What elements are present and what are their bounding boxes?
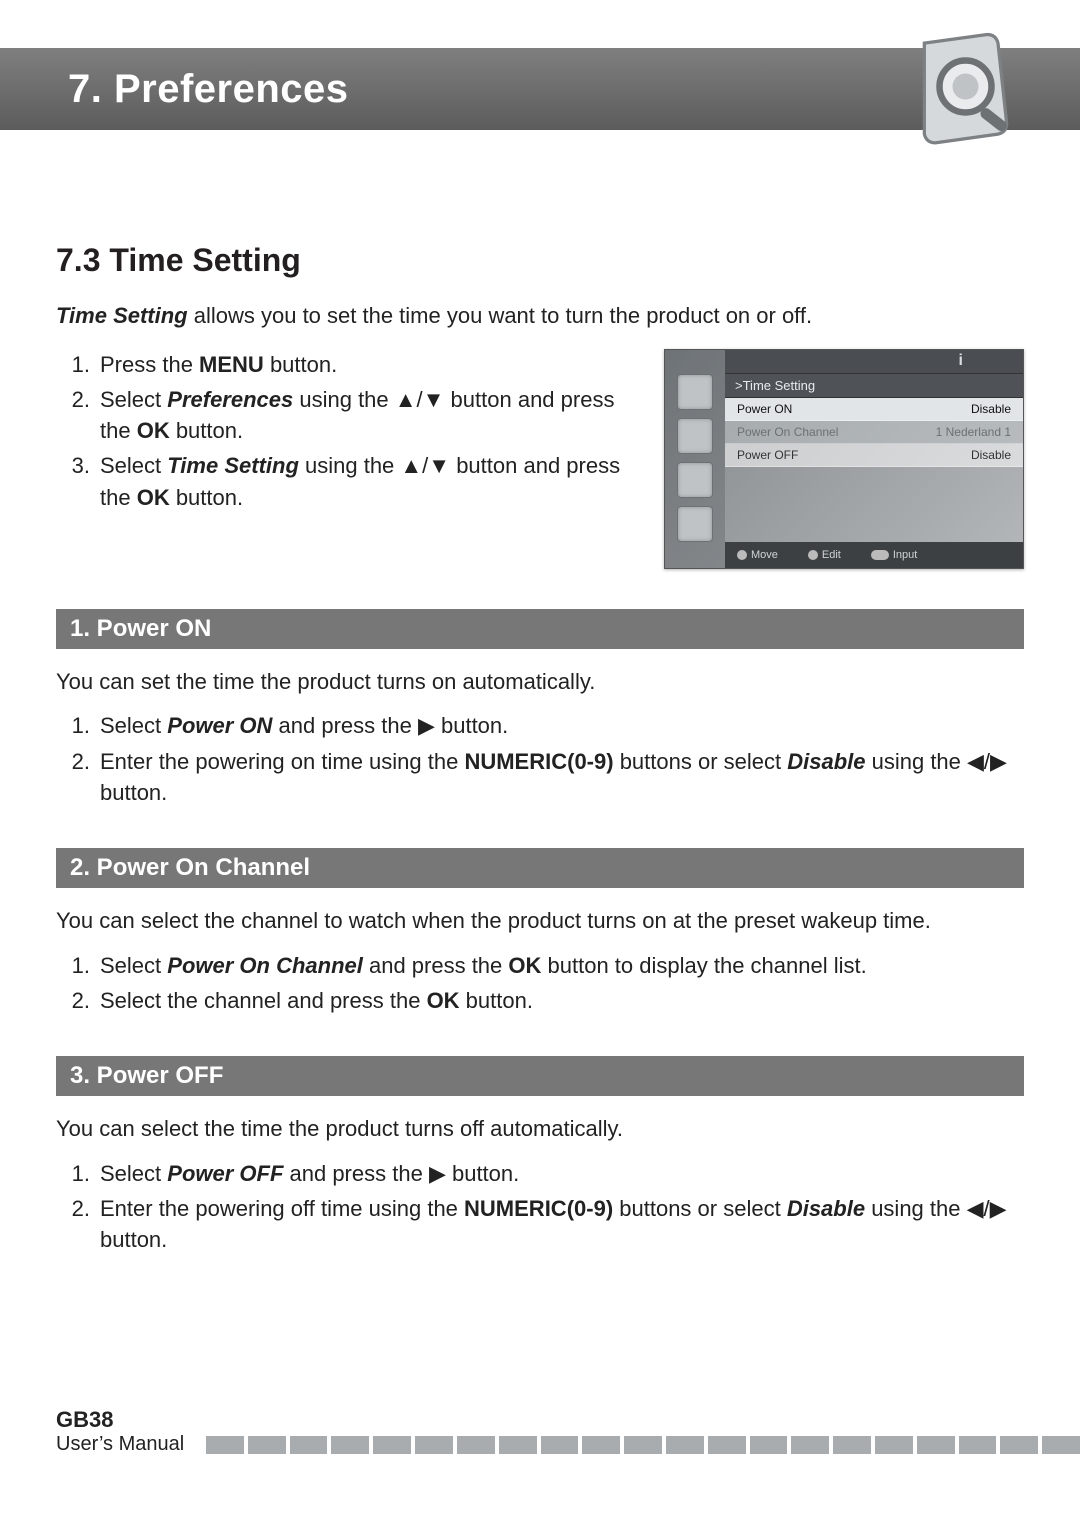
intro-lead: Time Setting — [56, 303, 188, 328]
ui-hint-input: Input — [871, 549, 917, 561]
subsection-title-power-on-channel: 2. Power On Channel — [56, 848, 1024, 888]
ui-screenshot-sidebar — [665, 350, 725, 568]
subsection-desc-power-on-channel: You can select the channel to watch when… — [56, 906, 1024, 936]
intro-rest: allows you to set the time you want to t… — [188, 303, 813, 328]
subsection-title-power-on: 1. Power ON — [56, 609, 1024, 649]
sidebar-icon-4 — [677, 506, 713, 542]
ui-screenshot: i >Time Setting Power ON Disable Power O… — [664, 349, 1024, 569]
intro-step-2: Select Preferences using the ▲/▼ button … — [56, 384, 642, 446]
ui-row-label: Power On Channel — [737, 425, 838, 439]
intro-steps: Press the MENU button. Select Preference… — [56, 349, 642, 517]
ui-row-value: Disable — [971, 402, 1011, 416]
ui-screenshot-main: i >Time Setting Power ON Disable Power O… — [725, 350, 1023, 568]
ui-hint-edit: Edit — [808, 549, 841, 561]
intro-step-3: Select Time Setting using the ▲/▼ button… — [56, 450, 642, 512]
subsection-desc-power-off: You can select the time the product turn… — [56, 1114, 1024, 1144]
page-number: GB38 — [56, 1407, 206, 1433]
chapter-header: 7. Preferences — [0, 0, 1080, 164]
subsection-desc-power-on: You can set the time the product turns o… — [56, 667, 1024, 697]
page-content: 7.3 Time Setting Time Setting allows you… — [0, 164, 1080, 1256]
ui-breadcrumb: >Time Setting — [725, 374, 1023, 398]
ui-row-label: Power ON — [737, 402, 792, 416]
ui-hint-move: Move — [737, 549, 778, 561]
chapter-title-bar: 7. Preferences — [0, 48, 1080, 130]
ui-row-value: 1 Nederland 1 — [936, 425, 1011, 439]
ui-hint-bar: Move Edit Input — [725, 542, 1023, 568]
ui-row-power-on: Power ON Disable — [725, 398, 1023, 421]
chapter-title: 7. Preferences — [68, 67, 349, 112]
page-footer: GB38 User’s Manual — [56, 1407, 1080, 1456]
magnifier-page-icon — [894, 28, 1024, 158]
intro-step-1: Press the MENU button. — [56, 349, 642, 380]
section-title: 7.3 Time Setting — [56, 242, 1024, 279]
sidebar-icon-3 — [677, 462, 713, 498]
power-off-step-2: Enter the powering off time using the NU… — [56, 1193, 1024, 1255]
subsection-title-power-off: 3. Power OFF — [56, 1056, 1024, 1096]
power-on-channel-step-2: Select the channel and press the OK butt… — [56, 985, 1024, 1016]
section-intro: Time Setting allows you to set the time … — [56, 301, 1024, 331]
ui-row-value: Disable — [971, 448, 1011, 462]
sidebar-icon-2 — [677, 418, 713, 454]
power-off-step-1: Select Power OFF and press the ▶ button. — [56, 1158, 1024, 1189]
footer-text: GB38 User’s Manual — [56, 1407, 206, 1456]
ui-row-label: Power OFF — [737, 448, 798, 462]
power-on-step-1: Select Power ON and press the ▶ button. — [56, 710, 1024, 741]
ui-row-list: Power ON Disable Power On Channel 1 Nede… — [725, 398, 1023, 542]
document-name: User’s Manual — [56, 1433, 206, 1456]
footer-stripe — [206, 1436, 1080, 1454]
sidebar-icon-1 — [677, 374, 713, 410]
intro-steps-row: Press the MENU button. Select Preference… — [56, 349, 1024, 569]
info-icon: i — [959, 352, 963, 370]
power-on-step-2: Enter the powering on time using the NUM… — [56, 746, 1024, 808]
ui-screenshot-top: i — [725, 350, 1023, 374]
ui-row-power-on-channel: Power On Channel 1 Nederland 1 — [725, 421, 1023, 444]
power-on-channel-step-1: Select Power On Channel and press the OK… — [56, 950, 1024, 981]
ui-row-power-off: Power OFF Disable — [725, 444, 1023, 467]
